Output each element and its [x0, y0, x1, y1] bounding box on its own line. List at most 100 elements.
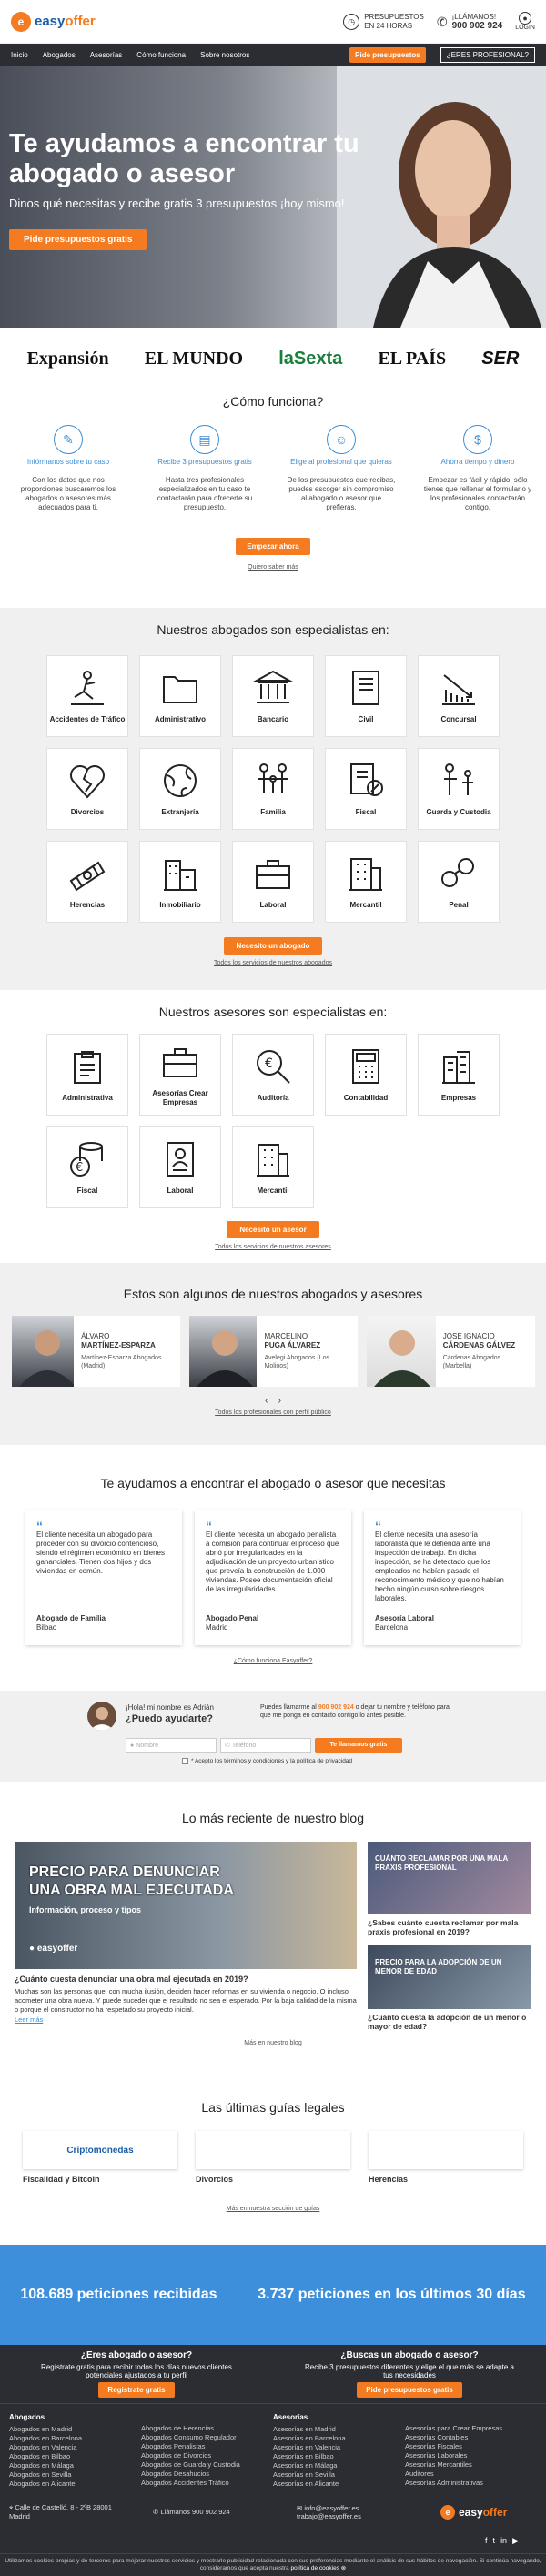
guide-card[interactable]: Herencias: [369, 2131, 523, 2184]
login-button[interactable]: ● LOGIN: [515, 12, 535, 31]
need-lawyer-button[interactable]: Necesito un abogado: [223, 937, 323, 955]
phone-input[interactable]: ✆ Teléfono: [220, 1738, 311, 1753]
service-card-familia[interactable]: Familia: [232, 748, 314, 830]
service-card-auditoria[interactable]: € Auditoría: [232, 1034, 314, 1116]
nav-request-quotes-button[interactable]: Pide presupuestos: [349, 46, 426, 63]
service-card-accidentes-de-trafico[interactable]: Accidentes de Tráfico: [46, 655, 128, 737]
service-card-asesorias-crear-empresas[interactable]: Asesorías Crear Empresas: [139, 1034, 221, 1116]
footer-link[interactable]: Asesorías en Bilbao: [273, 2452, 405, 2461]
footer-link[interactable]: Asesorías para Crear Empresas: [405, 2424, 537, 2433]
footer-link[interactable]: Abogados en Sevilla: [9, 2470, 141, 2480]
footer-link[interactable]: Asesorías Mercantiles: [405, 2460, 537, 2470]
footer-request-quotes-button[interactable]: Pide presupuestos gratis: [357, 2382, 462, 2398]
more-guides-link[interactable]: Más en nuestra sección de guías: [0, 2206, 546, 2212]
footer-link[interactable]: Asesorías Contables: [405, 2433, 537, 2442]
footer-link[interactable]: Abogados Desahucios: [141, 2470, 273, 2479]
need-advisor-button[interactable]: Necesito un asesor: [227, 1221, 319, 1238]
service-card-laboral[interactable]: Laboral: [232, 841, 314, 923]
professional-card[interactable]: JOSE IGNACIO CÁRDENAS GÁLVEZ Cárdenas Abog…: [366, 1316, 535, 1387]
service-card-civil[interactable]: Civil: [325, 655, 407, 737]
cookie-policy-link[interactable]: política de cookies: [291, 2565, 339, 2571]
professional-card[interactable]: ÁLVARO MARTÍNEZ-ESPARZA Martínez-Esparza A…: [11, 1316, 180, 1387]
service-card-administrativo[interactable]: Administrativo: [139, 655, 221, 737]
footer-link[interactable]: Abogados Accidentes Tráfico: [141, 2479, 273, 2488]
blog-side-post[interactable]: CUÁNTO RECLAMAR POR UNA MALA PRAXIS PROF…: [368, 1842, 531, 1936]
nav-como-funciona[interactable]: Cómo funciona: [136, 51, 186, 59]
blog-main-post[interactable]: PRECIO PARA DENUNCIAR UNA OBRA MAL EJECU…: [15, 1842, 357, 2031]
all-professionals-link[interactable]: Todos los profesionales con perfil públi…: [0, 1409, 546, 1416]
footer-link[interactable]: Asesorías en Málaga: [273, 2461, 405, 2470]
close-icon[interactable]: ⊗: [341, 2565, 346, 2571]
footer-link[interactable]: Asesorías en Valencia: [273, 2443, 405, 2452]
carousel-prev-icon[interactable]: ‹: [265, 1396, 268, 1406]
footer-link[interactable]: Abogados en Valencia: [9, 2443, 141, 2452]
footer-link[interactable]: Abogados de Herencias: [141, 2424, 273, 2433]
logo[interactable]: e easyoffer: [11, 11, 96, 32]
footer-link[interactable]: Abogados en Bilbao: [9, 2452, 141, 2461]
service-card-fiscal[interactable]: Fiscal: [325, 748, 407, 830]
service-card-bancario[interactable]: Bancario: [232, 655, 314, 737]
service-card-inmobiliario[interactable]: Inmobiliario: [139, 841, 221, 923]
call-me-free-button[interactable]: Te llamamos gratis: [315, 1738, 402, 1753]
read-more-link[interactable]: Leer más: [15, 2015, 43, 2024]
start-now-button[interactable]: Empezar ahora: [236, 538, 310, 555]
footer-link[interactable]: Asesorías Administrativas: [405, 2479, 537, 2488]
name-input[interactable]: ● Nombre: [126, 1738, 217, 1753]
footer-link[interactable]: Abogados Penalistas: [141, 2442, 273, 2451]
hero-request-quotes-button[interactable]: Pide presupuestos gratis: [9, 229, 147, 250]
nav-sobre-nosotros[interactable]: Sobre nosotros: [200, 51, 249, 59]
guide-card[interactable]: Divorcios: [196, 2131, 350, 2184]
footer-link[interactable]: Asesorías en Sevilla: [273, 2470, 405, 2480]
linkedin-icon[interactable]: in: [500, 2536, 507, 2546]
footer-link[interactable]: Abogados de Divorcios: [141, 2451, 273, 2460]
callback-phone[interactable]: 900 902 924: [318, 1704, 354, 1711]
register-free-button[interactable]: Registrate gratis: [98, 2382, 175, 2398]
guide-card[interactable]: Criptomonedas Fiscalidad y Bitcoin: [23, 2131, 177, 2184]
nav-are-you-pro-button[interactable]: ¿ERES PROFESIONAL?: [440, 46, 535, 63]
service-card-administrativa[interactable]: Administrativa: [46, 1034, 128, 1116]
service-card-mercantil[interactable]: Mercantil: [232, 1126, 314, 1208]
how-easyoffer-works-link[interactable]: ¿Cómo funciona Easyoffer?: [0, 1658, 546, 1664]
service-card-extranjeria[interactable]: Extranjería: [139, 748, 221, 830]
footer-link[interactable]: Abogados Consumo Regulador: [141, 2433, 273, 2442]
service-card-herencias[interactable]: Herencias: [46, 841, 128, 923]
footer-link[interactable]: Asesorías en Alicante: [273, 2480, 405, 2489]
nav-abogados[interactable]: Abogados: [43, 51, 76, 59]
blog-side-post[interactable]: PRECIO PARA LA ADOPCIÓN DE UN MENOR DE E…: [368, 1945, 531, 2031]
footer-link[interactable]: Abogados en Alicante: [9, 2480, 141, 2489]
footer-link[interactable]: Abogados en Málaga: [9, 2461, 141, 2470]
footer-link[interactable]: Abogados de Guarda y Custodia: [141, 2460, 273, 2470]
how-it-works: ¿Cómo funciona? ✎ Infórmanos sobre tu cas…: [0, 371, 546, 608]
footer-link[interactable]: Asesorías en Madrid: [273, 2425, 405, 2434]
footer-link[interactable]: Auditores: [405, 2470, 537, 2479]
all-advisor-services-link[interactable]: Todos los servicios de nuestros asesores: [0, 1244, 546, 1250]
service-card-fiscal[interactable]: € Fiscal: [46, 1126, 128, 1208]
footer-link[interactable]: Abogados en Barcelona: [9, 2434, 141, 2443]
footer-logo[interactable]: e easyoffer: [440, 2504, 507, 2520]
service-card-mercantil[interactable]: Mercantil: [325, 841, 407, 923]
youtube-icon[interactable]: ▶: [512, 2536, 519, 2546]
phone-info[interactable]: ✆ ¡LLÁMANOS! 900 902 924: [437, 13, 502, 31]
service-card-contabilidad[interactable]: Contabilidad: [325, 1034, 407, 1116]
accept-terms-checkbox[interactable]: [182, 1758, 188, 1764]
carousel-next-icon[interactable]: ›: [278, 1396, 281, 1406]
service-card-penal[interactable]: Penal: [418, 841, 500, 923]
footer: Abogados Abogados en Madrid Abogados en Ba…: [0, 2403, 546, 2553]
more-blog-link[interactable]: Más en nuestro blog: [0, 2040, 546, 2046]
service-card-empresas[interactable]: Empresas: [418, 1034, 500, 1116]
service-card-concursal[interactable]: Concursal: [418, 655, 500, 737]
facebook-icon[interactable]: f: [485, 2536, 488, 2546]
service-card-divorcios[interactable]: Divorcios: [46, 748, 128, 830]
service-card-laboral[interactable]: Laboral: [139, 1126, 221, 1208]
twitter-icon[interactable]: t: [493, 2536, 496, 2546]
all-lawyer-services-link[interactable]: Todos los servicios de nuestros abogados: [0, 960, 546, 966]
nav-inicio[interactable]: Inicio: [11, 51, 28, 59]
footer-link[interactable]: Asesorías Fiscales: [405, 2442, 537, 2451]
service-card-guarda-y-custodia[interactable]: Guarda y Custodia: [418, 748, 500, 830]
learn-more-link[interactable]: Quiero saber más: [0, 564, 546, 571]
footer-link[interactable]: Asesorías en Barcelona: [273, 2434, 405, 2443]
nav-asesorias[interactable]: Asesorías: [90, 51, 123, 59]
professional-card[interactable]: MARCELINO PUGA ÁLVAREZ Avelegi Abogados (L…: [188, 1316, 358, 1387]
footer-link[interactable]: Abogados en Madrid: [9, 2425, 141, 2434]
footer-link[interactable]: Asesorías Laborales: [405, 2451, 537, 2460]
